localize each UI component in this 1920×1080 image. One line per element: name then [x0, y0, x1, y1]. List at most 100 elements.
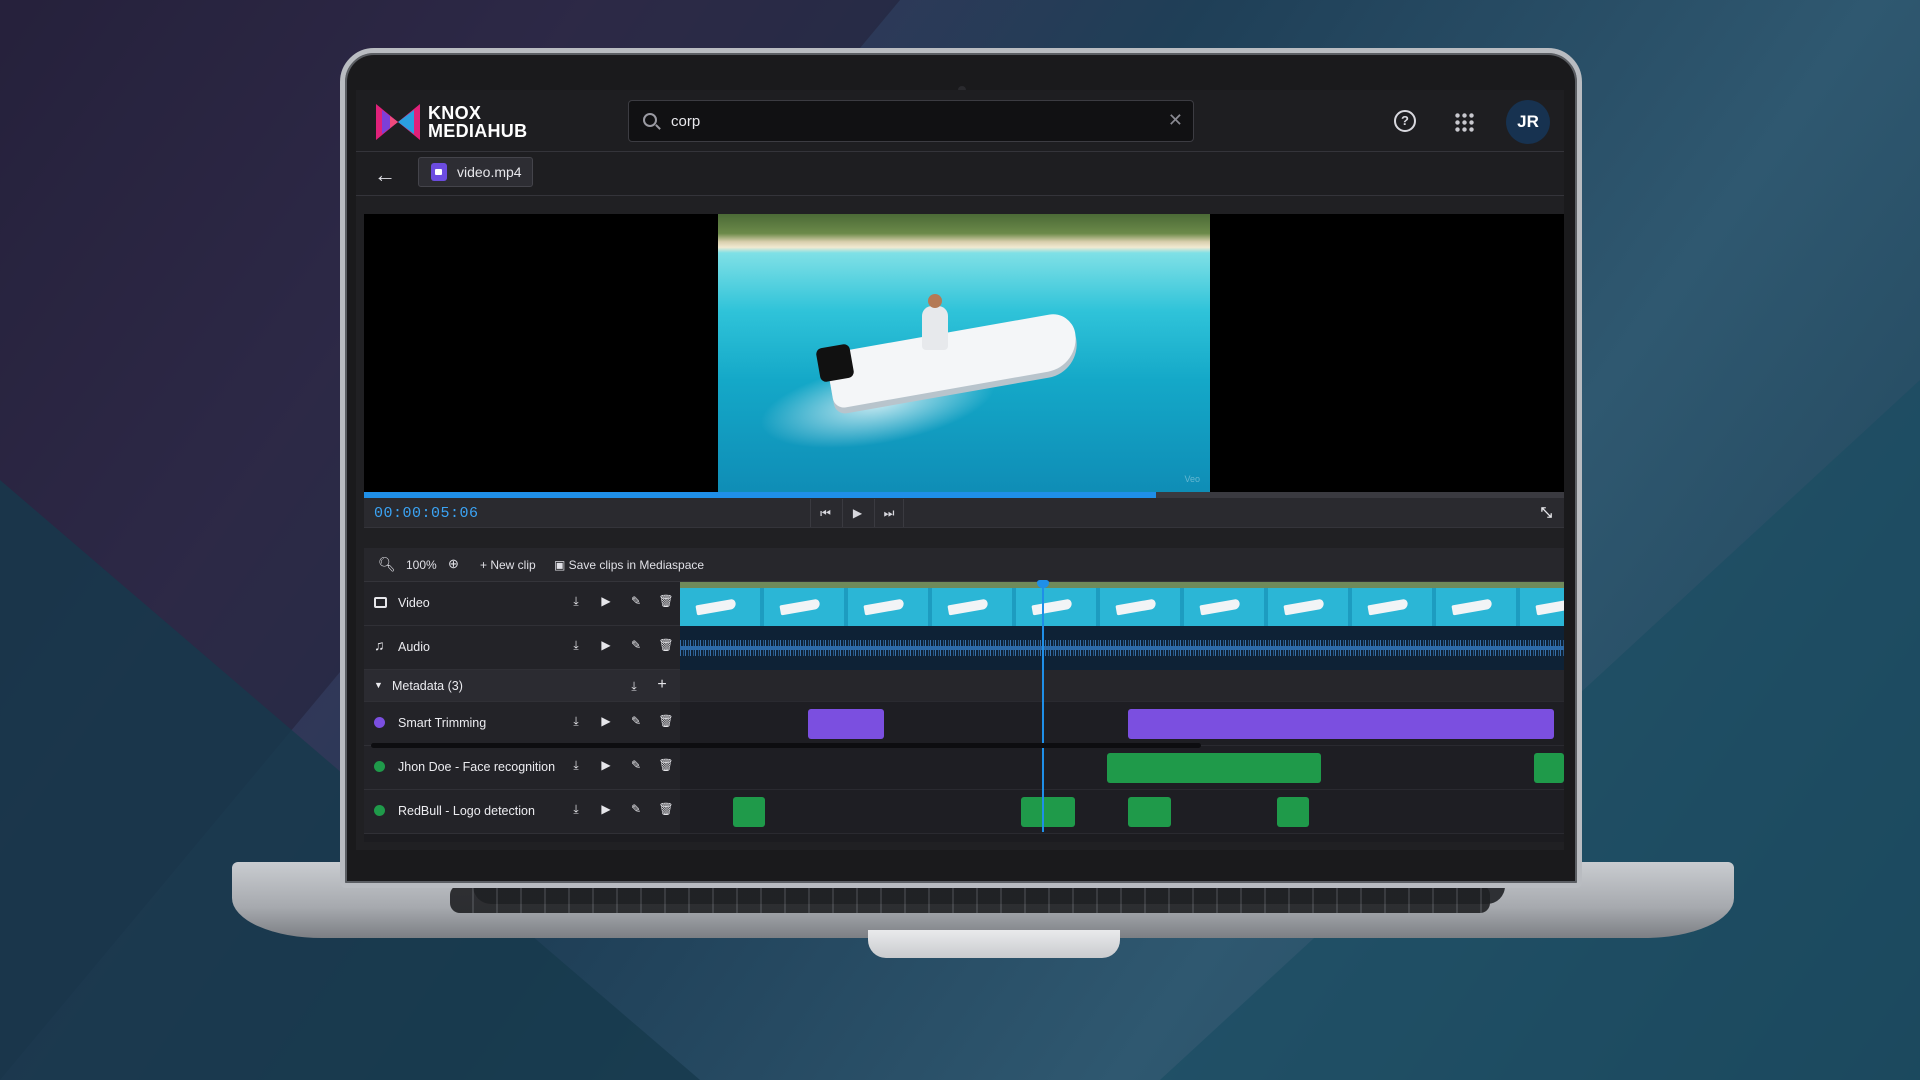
trash-icon[interactable]: 🗑︎ [658, 757, 674, 773]
video-thumbnail [1436, 582, 1520, 626]
track-logo-detection-actions: ⤓ ▶ ✎ 🗑︎ [568, 801, 674, 817]
track-audio-label: Audio [398, 640, 430, 654]
expand-icon[interactable]: ⤡ [1541, 504, 1552, 521]
face-recognition-clip[interactable] [1534, 753, 1564, 783]
download-icon[interactable]: ⤓ [568, 593, 584, 609]
laptop-keyboard [450, 885, 1490, 913]
metadata-group[interactable]: ▼ Metadata (3) ⤓ + [364, 670, 680, 702]
trash-icon[interactable]: 🗑︎ [658, 801, 674, 817]
track-video[interactable]: Video ⤓ ▶ ✎ 🗑︎ [364, 582, 680, 626]
file-name: video.mp4 [457, 164, 522, 180]
timeline: Video ⤓ ▶ ✎ 🗑︎ ♫ Audio ⤓ ▶ ✎ 🗑︎ ▼ Metada… [364, 582, 1564, 842]
play-icon[interactable]: ▶ [598, 637, 614, 653]
download-icon[interactable]: ⤓ [568, 637, 584, 653]
boat-driver [922, 306, 948, 350]
file-tab[interactable]: video.mp4 [418, 157, 533, 187]
purple-dot-icon [374, 717, 385, 728]
video-thumbnail [1184, 582, 1268, 626]
file-bar: ← video.mp4 [356, 152, 1564, 196]
save-clips-button[interactable]: ▣ Save clips in Mediaspace [554, 558, 704, 572]
video-thumbnail-strip[interactable] [680, 582, 1564, 626]
play-icon[interactable]: ▶ [598, 757, 614, 773]
edit-icon[interactable]: ✎ [628, 637, 644, 653]
knox-logo-icon [376, 104, 420, 140]
timeline-toolbar: 🔍︎ 100% ⊕ + New clip ▣ Save clips in Med… [364, 548, 1564, 582]
video-thumbnail [1016, 582, 1100, 626]
waveform-core [680, 646, 1564, 650]
zoom-level: 100% [406, 558, 437, 572]
video-thumbnail [680, 582, 764, 626]
metadata-group-lane [680, 670, 1564, 702]
video-thumbnail [932, 582, 1016, 626]
track-audio[interactable]: ♫ Audio ⤓ ▶ ✎ 🗑︎ [364, 626, 680, 670]
lane-smart-trimming [680, 702, 1564, 746]
track-logo-detection-label: RedBull - Logo detection [398, 804, 535, 818]
avatar[interactable]: JR [1506, 100, 1550, 144]
download-icon[interactable]: ⤓ [568, 801, 584, 817]
video-thumbnail [1268, 582, 1352, 626]
play-icon[interactable]: ▶ [842, 499, 872, 527]
green-dot-icon [374, 761, 385, 772]
trash-icon[interactable]: 🗑︎ [658, 637, 674, 653]
app-screen: KNOX MEDIAHUB ✕ ? JR ← video.mp4 Veo 00:… [356, 90, 1564, 850]
help-icon[interactable]: ? [1394, 110, 1416, 132]
playhead[interactable] [1042, 584, 1044, 832]
video-watermark: Veo [1184, 474, 1200, 484]
timecode: 00:00:05:06 [374, 505, 479, 522]
smart-trimming-clip[interactable] [808, 709, 884, 739]
search-input[interactable] [671, 101, 1151, 141]
boat-driver-head [928, 294, 942, 308]
video-thumbnail [764, 582, 848, 626]
metadata-group-label: Metadata (3) [392, 679, 463, 693]
zoom-out-icon[interactable]: 🔍︎ [378, 556, 396, 573]
video-frame[interactable]: Veo [718, 214, 1210, 492]
logo-line-1: KNOX [428, 103, 482, 123]
track-smart-trimming[interactable]: Smart Trimming ⤓ ▶ ✎ 🗑︎ [364, 702, 680, 746]
logo-text: KNOX MEDIAHUB [428, 104, 527, 140]
search-icon [643, 113, 657, 127]
play-icon[interactable]: ▶ [598, 593, 614, 609]
play-icon[interactable]: ▶ [598, 713, 614, 729]
play-icon[interactable]: ▶ [598, 801, 614, 817]
track-face-recognition[interactable]: Jhon Doe - Face recognition ⤓ ▶ ✎ 🗑︎ [364, 746, 680, 790]
logo-detection-clip[interactable] [1277, 797, 1309, 827]
logo-detection-clip[interactable] [1021, 797, 1075, 827]
edit-icon[interactable]: ✎ [628, 593, 644, 609]
skip-forward-icon[interactable]: ⏭ [874, 499, 904, 527]
track-video-actions: ⤓ ▶ ✎ 🗑︎ [568, 593, 674, 609]
caret-down-icon[interactable]: ▼ [374, 680, 383, 690]
logo-detection-clip[interactable] [1128, 797, 1171, 827]
plus-icon: + [480, 558, 491, 572]
video-thumbnail [1520, 582, 1564, 626]
lane-face-recognition [680, 746, 1564, 790]
edit-icon[interactable]: ✎ [628, 713, 644, 729]
video-thumbnail [1352, 582, 1436, 626]
add-icon[interactable]: + [654, 677, 670, 693]
laptop-notch [868, 930, 1120, 958]
zoom-in-icon[interactable]: ⊕ [448, 556, 459, 572]
clear-search-icon[interactable]: ✕ [1168, 110, 1183, 131]
download-icon[interactable]: ⤓ [568, 757, 584, 773]
trash-icon[interactable]: 🗑︎ [658, 713, 674, 729]
track-logo-detection[interactable]: RedBull - Logo detection ⤓ ▶ ✎ 🗑︎ [364, 790, 680, 834]
apps-grid-icon[interactable] [1454, 112, 1474, 132]
edit-icon[interactable]: ✎ [628, 757, 644, 773]
new-clip-button[interactable]: + New clip [480, 558, 536, 572]
skip-back-icon[interactable]: ⏮ [810, 499, 840, 527]
new-clip-label: New clip [490, 558, 536, 572]
track-video-label: Video [398, 596, 430, 610]
search-box[interactable]: ✕ [628, 100, 1194, 142]
trash-icon[interactable]: 🗑︎ [658, 593, 674, 609]
face-recognition-clip[interactable] [1107, 753, 1321, 783]
timeline-scrollbar[interactable] [371, 743, 1201, 748]
download-icon[interactable]: ⤓ [626, 678, 642, 694]
green-dot-icon [374, 805, 385, 816]
audio-waveform[interactable] [680, 626, 1564, 670]
edit-icon[interactable]: ✎ [628, 801, 644, 817]
download-icon[interactable]: ⤓ [568, 713, 584, 729]
back-arrow-icon[interactable]: ← [374, 162, 396, 188]
logo-detection-clip[interactable] [733, 797, 765, 827]
smart-trimming-clip[interactable] [1128, 709, 1554, 739]
video-file-icon [431, 163, 447, 181]
save-clips-label: Save clips in Mediaspace [568, 558, 705, 572]
